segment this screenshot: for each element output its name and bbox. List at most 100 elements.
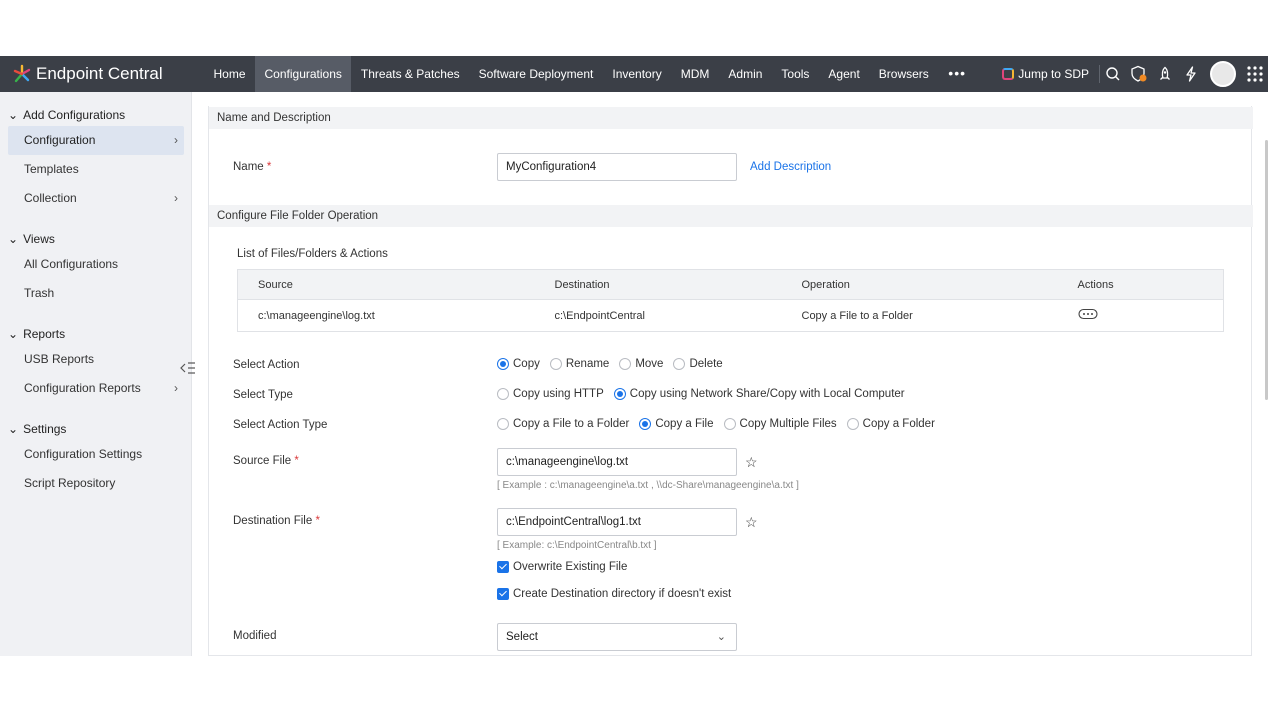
rocket-icon[interactable] — [1152, 56, 1178, 92]
list-title: List of Files/Folders & Actions — [237, 248, 388, 260]
radio-copy-a-file[interactable]: Copy a File — [639, 418, 714, 430]
radio-indicator — [613, 388, 626, 400]
lightning-icon[interactable] — [1178, 56, 1204, 92]
select-action-type-label: Select Action Type — [233, 419, 328, 431]
sidebar-item-script-repository[interactable]: Script Repository — [8, 469, 184, 498]
radio-label: Copy Multiple Files — [739, 418, 837, 430]
destination-file-hint: [ Example: c:\EndpointCentral\b.txt ] — [497, 540, 657, 551]
cell-actions — [1058, 300, 1224, 332]
more-actions-icon[interactable] — [1077, 308, 1098, 320]
radio-move[interactable]: Move — [619, 358, 663, 370]
nav-admin[interactable]: Admin — [719, 56, 772, 92]
nav-mdm[interactable]: MDM — [671, 56, 719, 92]
radio-copy-multiple-files[interactable]: Copy Multiple Files — [723, 418, 837, 430]
sidebar-item-label: Configuration Settings — [24, 447, 143, 461]
source-file-label: Source File * — [233, 455, 299, 467]
radio-indicator — [619, 358, 632, 370]
select-action-type-radio-group: Copy a File to a Folder Copy a File Copy… — [497, 418, 945, 430]
nav-inventory[interactable]: Inventory — [603, 56, 671, 92]
nav-browsers[interactable]: Browsers — [869, 56, 938, 92]
column-header-destination: Destination — [534, 269, 782, 300]
radio-label: Copy a File to a Folder — [513, 418, 630, 430]
add-description-link[interactable]: Add Description — [750, 161, 831, 173]
nav-software-deployment[interactable]: Software Deployment — [469, 56, 603, 92]
sidebar-item-label: Configuration Reports — [24, 381, 141, 395]
more-menu-button[interactable]: ••• — [938, 56, 976, 92]
radio-rename[interactable]: Rename — [549, 358, 609, 370]
sidebar-item-label: Configuration — [24, 133, 96, 147]
radio-copy[interactable]: Copy — [497, 358, 540, 370]
sidebar-item-templates[interactable]: Templates — [8, 155, 184, 184]
collapse-sidebar-icon[interactable] — [180, 361, 198, 377]
chevron-right-icon: › — [174, 381, 178, 395]
sidebar: ⌄ Add Configurations Configuration › Tem… — [0, 92, 192, 656]
sidebar-item-label: USB Reports — [24, 352, 95, 366]
sidebar-item-configuration[interactable]: Configuration › — [8, 126, 184, 155]
jump-to-sdp-label: Jump to SDP — [1018, 67, 1089, 81]
chevron-down-icon: ⌄ — [8, 232, 19, 246]
radio-label: Copy using Network Share/Copy with Local… — [629, 388, 905, 400]
select-value: Select — [506, 631, 538, 643]
star-icon[interactable]: ☆ — [745, 454, 758, 471]
star-icon[interactable]: ☆ — [745, 514, 758, 531]
jump-to-sdp-button[interactable]: Jump to SDP — [1002, 65, 1100, 83]
chevron-right-icon: › — [174, 133, 178, 147]
cell-operation: Copy a File to a Folder — [801, 309, 913, 322]
sidebar-section-add-configurations[interactable]: ⌄ Add Configurations — [8, 108, 125, 122]
search-icon[interactable] — [1100, 56, 1126, 92]
sidebar-section-views[interactable]: ⌄ Views — [8, 232, 55, 246]
nav-threats-patches[interactable]: Threats & Patches — [351, 56, 469, 92]
destination-file-input[interactable]: c:\EndpointCentral\log1.txt — [497, 508, 737, 536]
radio-indicator — [639, 418, 652, 430]
select-action-label: Select Action — [233, 359, 300, 371]
shield-alert-icon[interactable] — [1126, 56, 1152, 92]
radio-label: Move — [635, 358, 664, 370]
sidebar-section-settings[interactable]: ⌄ Settings — [8, 422, 66, 436]
column-header-source: Source — [237, 269, 535, 300]
sidebar-item-usb-reports[interactable]: USB Reports — [8, 345, 184, 374]
nav-agent[interactable]: Agent — [819, 56, 869, 92]
radio-copy-using-http[interactable]: Copy using HTTP — [497, 388, 604, 400]
overwrite-existing-checkbox[interactable]: Overwrite Existing File — [497, 561, 627, 573]
nav-tools[interactable]: Tools — [772, 56, 819, 92]
sidebar-section-label: Settings — [23, 422, 67, 436]
sidebar-item-configuration-settings[interactable]: Configuration Settings — [8, 440, 184, 469]
checkbox-checked-icon — [497, 588, 509, 600]
radio-copy-network-share[interactable]: Copy using Network Share/Copy with Local… — [613, 388, 905, 400]
sidebar-item-trash[interactable]: Trash — [8, 279, 184, 308]
brand[interactable]: Endpoint Central — [0, 64, 196, 84]
radio-label: Delete — [689, 358, 723, 370]
sidebar-item-configuration-reports[interactable]: Configuration Reports › — [8, 374, 184, 403]
chevron-down-icon: ⌄ — [716, 631, 726, 643]
radio-copy-a-folder[interactable]: Copy a Folder — [846, 418, 935, 430]
radio-indicator — [497, 388, 509, 400]
sidebar-item-label: Script Repository — [24, 476, 116, 490]
chevron-down-icon: ⌄ — [8, 327, 19, 341]
checkbox-checked-icon — [497, 561, 509, 573]
source-file-input[interactable]: c:\manageengine\log.txt — [497, 448, 737, 476]
sidebar-item-all-configurations[interactable]: All Configurations — [8, 250, 184, 279]
sidebar-section-label: Views — [23, 232, 55, 246]
nav-configurations[interactable]: Configurations — [255, 56, 352, 92]
cell-destination: c:\EndpointCentral — [554, 309, 646, 322]
sidebar-item-label: Trash — [24, 286, 55, 300]
configuration-form: Name and Description Name * MyConfigurat… — [208, 106, 1253, 656]
app-grid-icon[interactable] — [1242, 56, 1268, 92]
user-avatar[interactable] — [1210, 61, 1236, 87]
radio-delete[interactable]: Delete — [673, 358, 723, 370]
select-type-label: Select Type — [233, 389, 293, 401]
radio-copy-file-to-folder[interactable]: Copy a File to a Folder — [497, 418, 629, 430]
main-nav: Home Configurations Threats & Patches So… — [204, 56, 976, 92]
chevron-down-icon: ⌄ — [8, 108, 19, 122]
modified-select[interactable]: Select ⌄ — [497, 623, 737, 651]
checkbox-label: Create Destination directory if doesn't … — [513, 588, 732, 600]
radio-label: Copy using HTTP — [513, 388, 604, 400]
radio-indicator — [497, 358, 509, 370]
sidebar-item-collection[interactable]: Collection › — [8, 184, 184, 213]
create-directory-checkbox[interactable]: Create Destination directory if doesn't … — [497, 588, 731, 600]
top-navigation-bar: Endpoint Central Home Configurations Thr… — [0, 56, 1268, 92]
name-input[interactable]: MyConfiguration4 — [497, 153, 737, 181]
sidebar-section-reports[interactable]: ⌄ Reports — [8, 327, 65, 341]
nav-home[interactable]: Home — [204, 56, 255, 92]
sdp-icon — [1002, 68, 1015, 80]
